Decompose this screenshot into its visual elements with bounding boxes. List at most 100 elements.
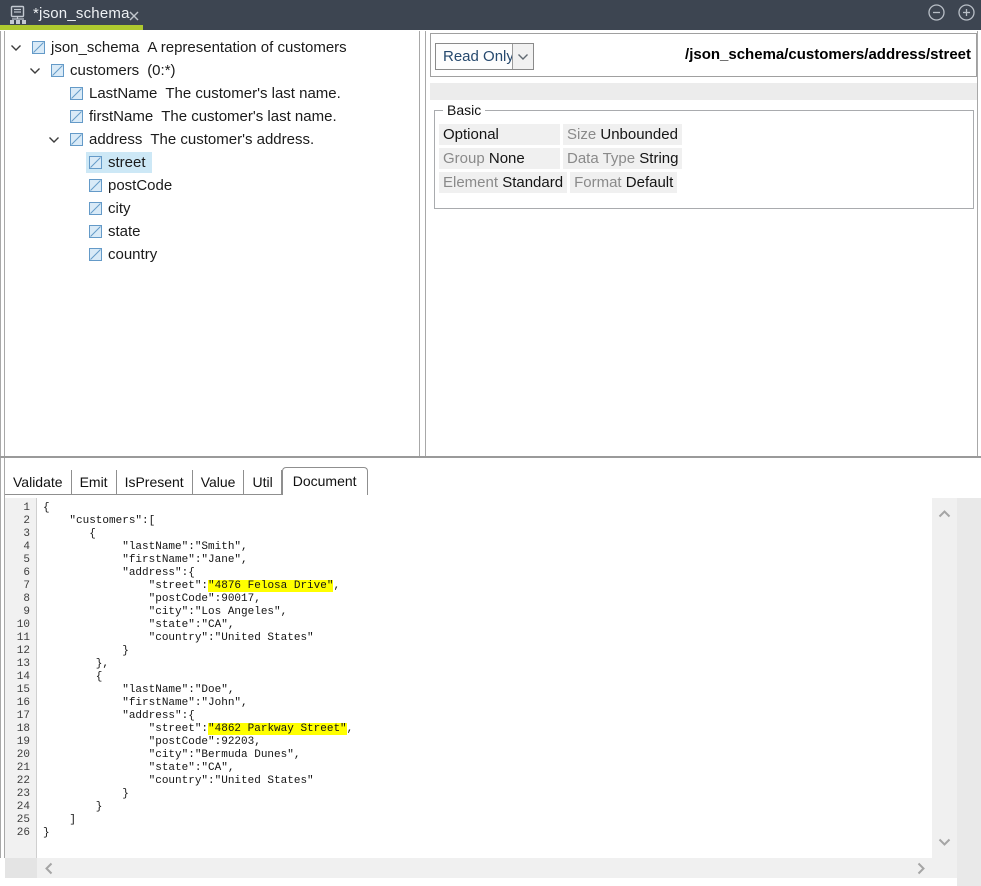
- code-line[interactable]: "lastName":"Doe",: [43, 684, 353, 697]
- splitter-right-line[interactable]: [425, 31, 426, 456]
- code-line[interactable]: "street":"4862 Parkway Street",: [43, 723, 353, 736]
- selected-tree-item[interactable]: street: [86, 152, 152, 173]
- tree-node-label: city: [108, 200, 131, 217]
- tree-node-label: postCode: [108, 177, 172, 194]
- scroll-up-icon[interactable]: [938, 505, 951, 523]
- line-number: 22: [5, 775, 36, 788]
- line-number: 9: [5, 606, 36, 619]
- code-line[interactable]: }: [43, 827, 353, 840]
- code-line[interactable]: "country":"United States": [43, 632, 353, 645]
- line-number: 19: [5, 736, 36, 749]
- line-number: 10: [5, 619, 36, 632]
- code-line[interactable]: {: [43, 528, 353, 541]
- tree-item[interactable]: customers(0:*): [48, 60, 182, 81]
- code-line[interactable]: ]: [43, 814, 353, 827]
- tree-item[interactable]: city: [86, 198, 137, 219]
- tree-node-street[interactable]: street: [5, 151, 417, 174]
- line-number: 4: [5, 541, 36, 554]
- code-line[interactable]: "address":{: [43, 710, 353, 723]
- tree-item[interactable]: firstNameThe customer's last name.: [67, 106, 343, 127]
- line-number: 23: [5, 788, 36, 801]
- selected-node-path: /json_schema/customers/address/street: [685, 46, 971, 63]
- code-line[interactable]: "firstName":"John",: [43, 697, 353, 710]
- line-number: 3: [5, 528, 36, 541]
- line-number: 21: [5, 762, 36, 775]
- chevron-down-icon[interactable]: [29, 64, 41, 76]
- tab-document[interactable]: Document: [282, 467, 368, 495]
- element-icon: [89, 179, 102, 192]
- close-icon[interactable]: [128, 9, 140, 21]
- tree-node-state[interactable]: state: [5, 220, 417, 243]
- tree-item[interactable]: postCode: [86, 175, 178, 196]
- prop-chip-optional: Optional: [439, 124, 560, 145]
- code-line[interactable]: "state":"CA",: [43, 762, 353, 775]
- tree-node-customers[interactable]: customers(0:*): [5, 59, 417, 82]
- tree-node-firstName[interactable]: firstNameThe customer's last name.: [5, 105, 417, 128]
- code-line[interactable]: "state":"CA",: [43, 619, 353, 632]
- tree-item[interactable]: country: [86, 244, 163, 265]
- chevron-down-icon[interactable]: [512, 44, 533, 69]
- splitter-left-line[interactable]: [419, 31, 420, 456]
- horizontal-scrollbar[interactable]: [37, 858, 957, 878]
- code-line[interactable]: }: [43, 801, 353, 814]
- tree-item[interactable]: LastNameThe customer's last name.: [67, 83, 347, 104]
- zoom-out-icon[interactable]: [928, 4, 945, 21]
- tree-node-json_schema[interactable]: json_schemaA representation of customers: [5, 36, 417, 59]
- code-line[interactable]: {: [43, 671, 353, 684]
- tab-validate[interactable]: Validate: [5, 470, 72, 495]
- tree-node-country[interactable]: country: [5, 243, 417, 266]
- code-line[interactable]: }: [43, 788, 353, 801]
- tab-util[interactable]: Util: [244, 470, 281, 495]
- line-number: 14: [5, 671, 36, 684]
- scroll-down-icon[interactable]: [938, 833, 951, 851]
- tree-node-address[interactable]: addressThe customer's address.: [5, 128, 417, 151]
- tab-ispresent[interactable]: IsPresent: [117, 470, 193, 495]
- line-number-gutter: 1234567891011121314151617181920212223242…: [5, 498, 37, 858]
- element-icon: [70, 110, 83, 123]
- code-line[interactable]: "address":{: [43, 567, 353, 580]
- properties-toolbar-strip: [430, 83, 977, 100]
- line-number: 12: [5, 645, 36, 658]
- code-line[interactable]: "city":"Los Angeles",: [43, 606, 353, 619]
- document-tab-title[interactable]: *json_schema: [33, 5, 130, 22]
- chevron-down-icon[interactable]: [48, 133, 60, 145]
- scroll-left-icon[interactable]: [45, 862, 53, 880]
- code-line[interactable]: "city":"Bermuda Dunes",: [43, 749, 353, 762]
- code-line[interactable]: "postCode":92203,: [43, 736, 353, 749]
- chevron-down-icon[interactable]: [10, 41, 22, 53]
- prop-value: None: [489, 150, 525, 167]
- mode-dropdown[interactable]: Read Only: [435, 43, 534, 70]
- tree-node-label: country: [108, 246, 157, 263]
- tree-item[interactable]: addressThe customer's address.: [67, 129, 320, 150]
- line-number: 6: [5, 567, 36, 580]
- code-line[interactable]: "street":"4876 Felosa Drive",: [43, 580, 353, 593]
- code-line[interactable]: "firstName":"Jane",: [43, 554, 353, 567]
- code-editor[interactable]: { "customers":[ { "lastName":"Smith", "f…: [43, 498, 353, 840]
- code-line[interactable]: "postCode":90017,: [43, 593, 353, 606]
- scroll-right-icon[interactable]: [917, 862, 925, 880]
- zoom-in-icon[interactable]: [958, 4, 975, 21]
- code-line[interactable]: "customers":[: [43, 515, 353, 528]
- code-line[interactable]: {: [43, 502, 353, 515]
- tree-node-label: firstName: [89, 108, 153, 125]
- code-line[interactable]: },: [43, 658, 353, 671]
- window-right-border: [977, 31, 978, 456]
- tree-node-description: The customer's last name.: [165, 85, 340, 102]
- tree-node-city[interactable]: city: [5, 197, 417, 220]
- prop-chip-element: Element Standard: [439, 172, 567, 193]
- code-line[interactable]: "lastName":"Smith",: [43, 541, 353, 554]
- code-line[interactable]: "country":"United States": [43, 775, 353, 788]
- tree-item[interactable]: state: [86, 221, 147, 242]
- element-icon: [32, 41, 45, 54]
- element-icon: [70, 87, 83, 100]
- code-line[interactable]: }: [43, 645, 353, 658]
- tree-node-LastName[interactable]: LastNameThe customer's last name.: [5, 82, 417, 105]
- line-number: 20: [5, 749, 36, 762]
- tree-node-postCode[interactable]: postCode: [5, 174, 417, 197]
- tab-value[interactable]: Value: [193, 470, 245, 495]
- tree-node-label: state: [108, 223, 141, 240]
- tree-item[interactable]: json_schemaA representation of customers: [29, 37, 353, 58]
- tree-node-label: json_schema: [51, 39, 139, 56]
- tab-emit[interactable]: Emit: [72, 470, 117, 495]
- vertical-scrollbar[interactable]: [932, 498, 957, 858]
